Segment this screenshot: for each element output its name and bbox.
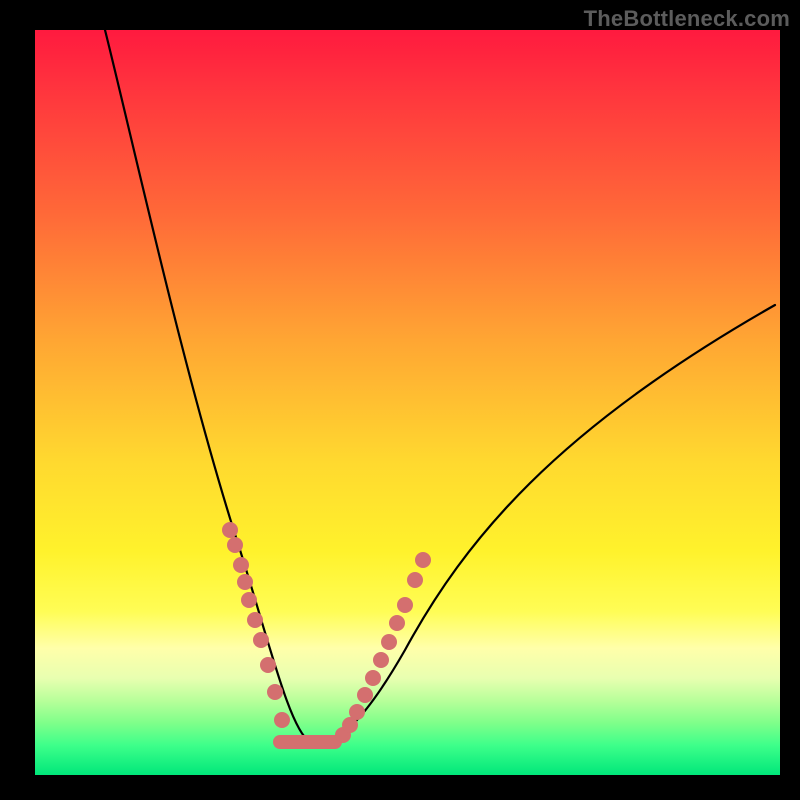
data-dot bbox=[227, 537, 243, 553]
data-dot bbox=[222, 522, 238, 538]
data-dot bbox=[373, 652, 389, 668]
bottleneck-curve bbox=[105, 30, 775, 743]
data-dots-right bbox=[335, 552, 431, 743]
plot-area bbox=[35, 30, 780, 775]
data-dot bbox=[241, 592, 257, 608]
data-dot bbox=[267, 684, 283, 700]
data-dot bbox=[357, 687, 373, 703]
data-dot bbox=[247, 612, 263, 628]
chart-frame: TheBottleneck.com bbox=[0, 0, 800, 800]
data-dot bbox=[253, 632, 269, 648]
data-dot bbox=[381, 634, 397, 650]
data-dot bbox=[237, 574, 253, 590]
data-dot bbox=[260, 657, 276, 673]
watermark-label: TheBottleneck.com bbox=[584, 6, 790, 32]
data-dot bbox=[274, 712, 290, 728]
chart-svg bbox=[35, 30, 780, 775]
data-dot bbox=[233, 557, 249, 573]
data-dot bbox=[407, 572, 423, 588]
data-dot bbox=[397, 597, 413, 613]
data-dot bbox=[365, 670, 381, 686]
data-dot bbox=[415, 552, 431, 568]
data-dot bbox=[349, 704, 365, 720]
data-dots-left bbox=[222, 522, 290, 728]
data-dot bbox=[389, 615, 405, 631]
